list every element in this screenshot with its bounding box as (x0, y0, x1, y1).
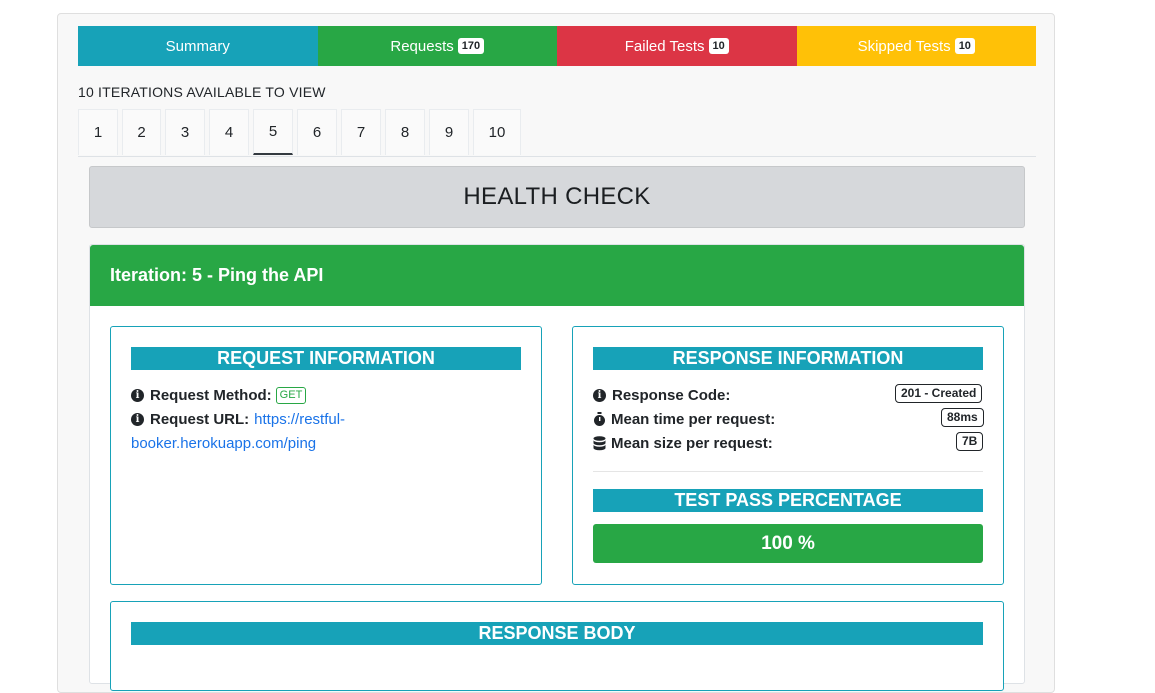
request-method-badge: GET (275, 386, 307, 404)
response-code-row: i Response Code: (593, 385, 730, 405)
iteration-tab-6[interactable]: 6 (297, 109, 337, 155)
response-body-box (110, 601, 1004, 691)
mean-time-badge: 88ms (941, 408, 984, 427)
tab-requests[interactable]: Requests 170 (317, 26, 557, 66)
mean-size-badge: 7B (956, 432, 984, 451)
iteration-tab-9[interactable]: 9 (429, 109, 469, 155)
tab-failed-tests-label: Failed Tests (624, 37, 705, 55)
database-icon (593, 435, 606, 451)
failed-count-badge: 10 (708, 38, 729, 54)
mean-time-label: Mean time per request: (611, 410, 776, 428)
response-code-badge: 201 - Created (895, 384, 983, 403)
mean-time-row: Mean time per request: (593, 409, 775, 429)
info-icon: i (593, 388, 606, 402)
tab-summary[interactable]: Summary (78, 26, 318, 66)
iteration-tab-3[interactable]: 3 (165, 109, 205, 155)
folder-title: HEALTH CHECK (89, 166, 1025, 228)
mean-size-label: Mean size per request: (611, 434, 773, 452)
request-url-link-cont[interactable]: booker.herokuapp.com/ping (131, 433, 316, 453)
iteration-tab-8[interactable]: 8 (385, 109, 425, 155)
iteration-card-header: Iteration: 5 - Ping the API (90, 245, 1024, 306)
info-icon: i (131, 388, 144, 402)
tab-skipped-tests-label: Skipped Tests (857, 37, 951, 55)
mean-size-row: Mean size per request: (593, 433, 773, 453)
iteration-tab-10[interactable]: 10 (473, 109, 521, 155)
iteration-tabs: 1 2 3 4 5 6 7 8 9 10 (78, 109, 1036, 157)
iteration-tab-2[interactable]: 2 (122, 109, 161, 155)
request-url-row: i Request URL: https://restful- (131, 409, 345, 429)
stopwatch-icon (593, 411, 606, 427)
iteration-tab-1[interactable]: 1 (78, 109, 118, 155)
summary-tabs: Summary Requests 170 Failed Tests 10 Ski… (78, 26, 1036, 66)
iteration-tab-5[interactable]: 5 (253, 109, 293, 155)
request-info-title: REQUEST INFORMATION (131, 347, 521, 370)
tab-summary-label: Summary (165, 37, 230, 55)
iteration-tab-4[interactable]: 4 (209, 109, 249, 155)
request-url-label: Request URL: (150, 410, 250, 428)
info-icon: i (131, 412, 144, 426)
request-method-label: Request Method: (150, 386, 272, 404)
tab-failed-tests[interactable]: Failed Tests 10 (557, 26, 797, 66)
requests-count-badge: 170 (457, 38, 485, 54)
skipped-count-badge: 10 (954, 38, 975, 54)
response-body-title: RESPONSE BODY (131, 622, 983, 645)
response-code-label: Response Code: (612, 386, 731, 404)
divider (593, 471, 983, 472)
tab-skipped-tests[interactable]: Skipped Tests 10 (796, 26, 1036, 66)
response-info-title: RESPONSE INFORMATION (593, 347, 983, 370)
tab-requests-label: Requests (390, 37, 454, 55)
iteration-tab-7[interactable]: 7 (341, 109, 381, 155)
test-pass-title: TEST PASS PERCENTAGE (593, 489, 983, 512)
request-method-row: i Request Method: GET (131, 385, 307, 405)
request-url-link[interactable]: https://restful- (254, 411, 345, 428)
test-pass-progress-bar: 100 % (593, 524, 983, 563)
iterations-heading: 10 ITERATIONS AVAILABLE TO VIEW (78, 84, 326, 100)
